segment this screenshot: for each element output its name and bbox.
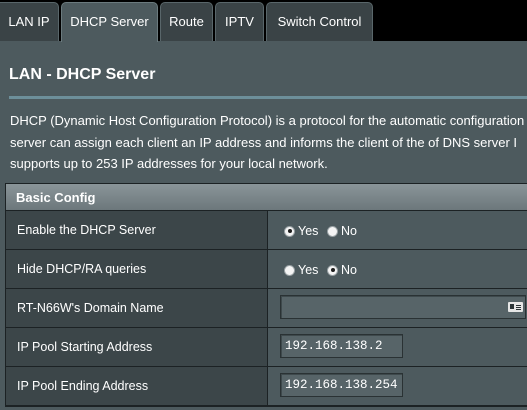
pool-start-label: IP Pool Starting Address — [6, 328, 268, 366]
tab-lan-ip[interactable]: LAN IP — [0, 2, 59, 41]
enable-dhcp-options: Yes No — [268, 211, 527, 249]
radio-label: No — [341, 263, 357, 277]
domain-name-input[interactable] — [280, 295, 526, 319]
title-divider — [9, 96, 527, 99]
pool-end-cell: 192.168.138.254 — [268, 367, 527, 405]
radio-selected-icon — [284, 225, 295, 237]
radio-label: No — [341, 224, 357, 238]
radio-unselected-icon — [284, 264, 295, 276]
basic-config-header: Basic Config — [6, 184, 527, 211]
pool-end-input[interactable]: 192.168.138.254 — [280, 373, 403, 397]
row-domain-name: RT-N66W's Domain Name — [6, 289, 527, 328]
hide-dhcp-label: Hide DHCP/RA queries — [6, 250, 268, 288]
enable-dhcp-no-radio[interactable]: No — [327, 224, 357, 238]
tab-route[interactable]: Route — [160, 2, 213, 41]
enable-dhcp-yes-radio[interactable]: Yes — [284, 224, 318, 238]
tab-dhcp-server[interactable]: DHCP Server — [61, 2, 158, 42]
description-line: DHCP (Dynamic Host Configuration Protoco… — [10, 113, 525, 128]
pool-end-label: IP Pool Ending Address — [6, 367, 268, 405]
hide-dhcp-options: Yes No — [268, 250, 527, 288]
description-line: server can assign each client an IP addr… — [10, 134, 518, 150]
radio-label: Yes — [298, 263, 319, 277]
domain-name-cell — [268, 289, 527, 327]
radio-selected-icon — [327, 264, 338, 276]
tab-bar: LAN IP DHCP Server Route IPTV Switch Con… — [0, 0, 527, 42]
description-line: supports up to 253 IP addresses for your… — [10, 156, 328, 171]
id-card-icon — [508, 302, 523, 312]
page-title: LAN - DHCP Server — [9, 66, 156, 83]
row-pool-start: IP Pool Starting Address 192.168.138.2 — [6, 328, 527, 367]
page-description: DHCP (Dynamic Host Configuration Protoco… — [10, 110, 527, 175]
radio-label: Yes — [298, 224, 319, 238]
tab-iptv[interactable]: IPTV — [215, 2, 264, 41]
tab-switch-control[interactable]: Switch Control — [266, 2, 373, 41]
pool-start-cell: 192.168.138.2 — [268, 328, 527, 366]
pool-start-input[interactable]: 192.168.138.2 — [280, 334, 403, 358]
row-enable-dhcp: Enable the DHCP Server Yes No — [6, 211, 527, 250]
domain-name-label: RT-N66W's Domain Name — [6, 289, 268, 327]
enable-dhcp-label: Enable the DHCP Server — [6, 211, 268, 249]
hide-dhcp-no-radio[interactable]: No — [327, 263, 357, 277]
basic-config-table: Basic Config Enable the DHCP Server Yes … — [5, 183, 527, 407]
hide-dhcp-yes-radio[interactable]: Yes — [284, 263, 318, 277]
row-hide-dhcp: Hide DHCP/RA queries Yes No — [6, 250, 527, 289]
radio-unselected-icon — [327, 225, 338, 237]
row-pool-end: IP Pool Ending Address 192.168.138.254 — [6, 367, 527, 406]
